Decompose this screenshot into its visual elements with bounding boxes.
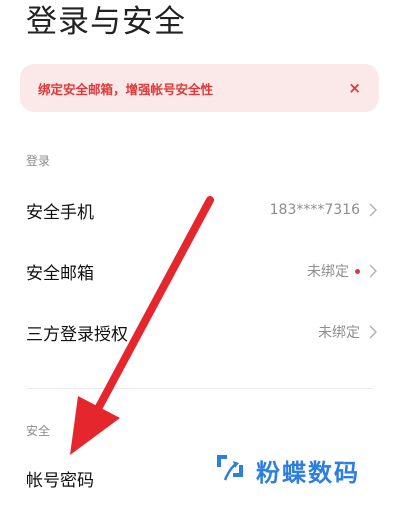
unbound-red-dot-icon bbox=[355, 268, 360, 274]
email-status-value: 未绑定 bbox=[307, 264, 349, 280]
row-label: 三方登录授权 bbox=[26, 324, 128, 345]
third-party-status-value: 未绑定 bbox=[318, 325, 360, 341]
section-label-login: 登录 bbox=[26, 154, 51, 168]
row-label: 安全手机 bbox=[26, 202, 94, 223]
watermark: 粉蝶数码 bbox=[212, 452, 360, 488]
chevron-right-icon bbox=[369, 203, 377, 217]
section-divider bbox=[26, 388, 374, 389]
security-email-banner[interactable]: 绑定安全邮箱，增强帐号安全性 × bbox=[20, 64, 379, 112]
page-title: 登录与安全 bbox=[26, 4, 186, 40]
phone-value: 183****7316 bbox=[269, 202, 360, 218]
section-label-security: 安全 bbox=[26, 424, 51, 438]
row-label: 安全邮箱 bbox=[26, 263, 94, 284]
banner-text: 绑定安全邮箱，增强帐号安全性 bbox=[38, 81, 214, 97]
chevron-right-icon bbox=[369, 325, 377, 339]
row-third-party-login[interactable]: 三方登录授权 未绑定 bbox=[0, 304, 400, 360]
brand-logo-icon bbox=[217, 455, 243, 481]
row-secure-email[interactable]: 安全邮箱 未绑定 bbox=[0, 243, 400, 299]
chevron-right-icon bbox=[369, 264, 377, 278]
watermark-text: 粉蝶数码 bbox=[256, 458, 360, 487]
row-secure-phone[interactable]: 安全手机 183****7316 bbox=[0, 182, 400, 238]
banner-close-icon[interactable]: × bbox=[337, 79, 361, 97]
